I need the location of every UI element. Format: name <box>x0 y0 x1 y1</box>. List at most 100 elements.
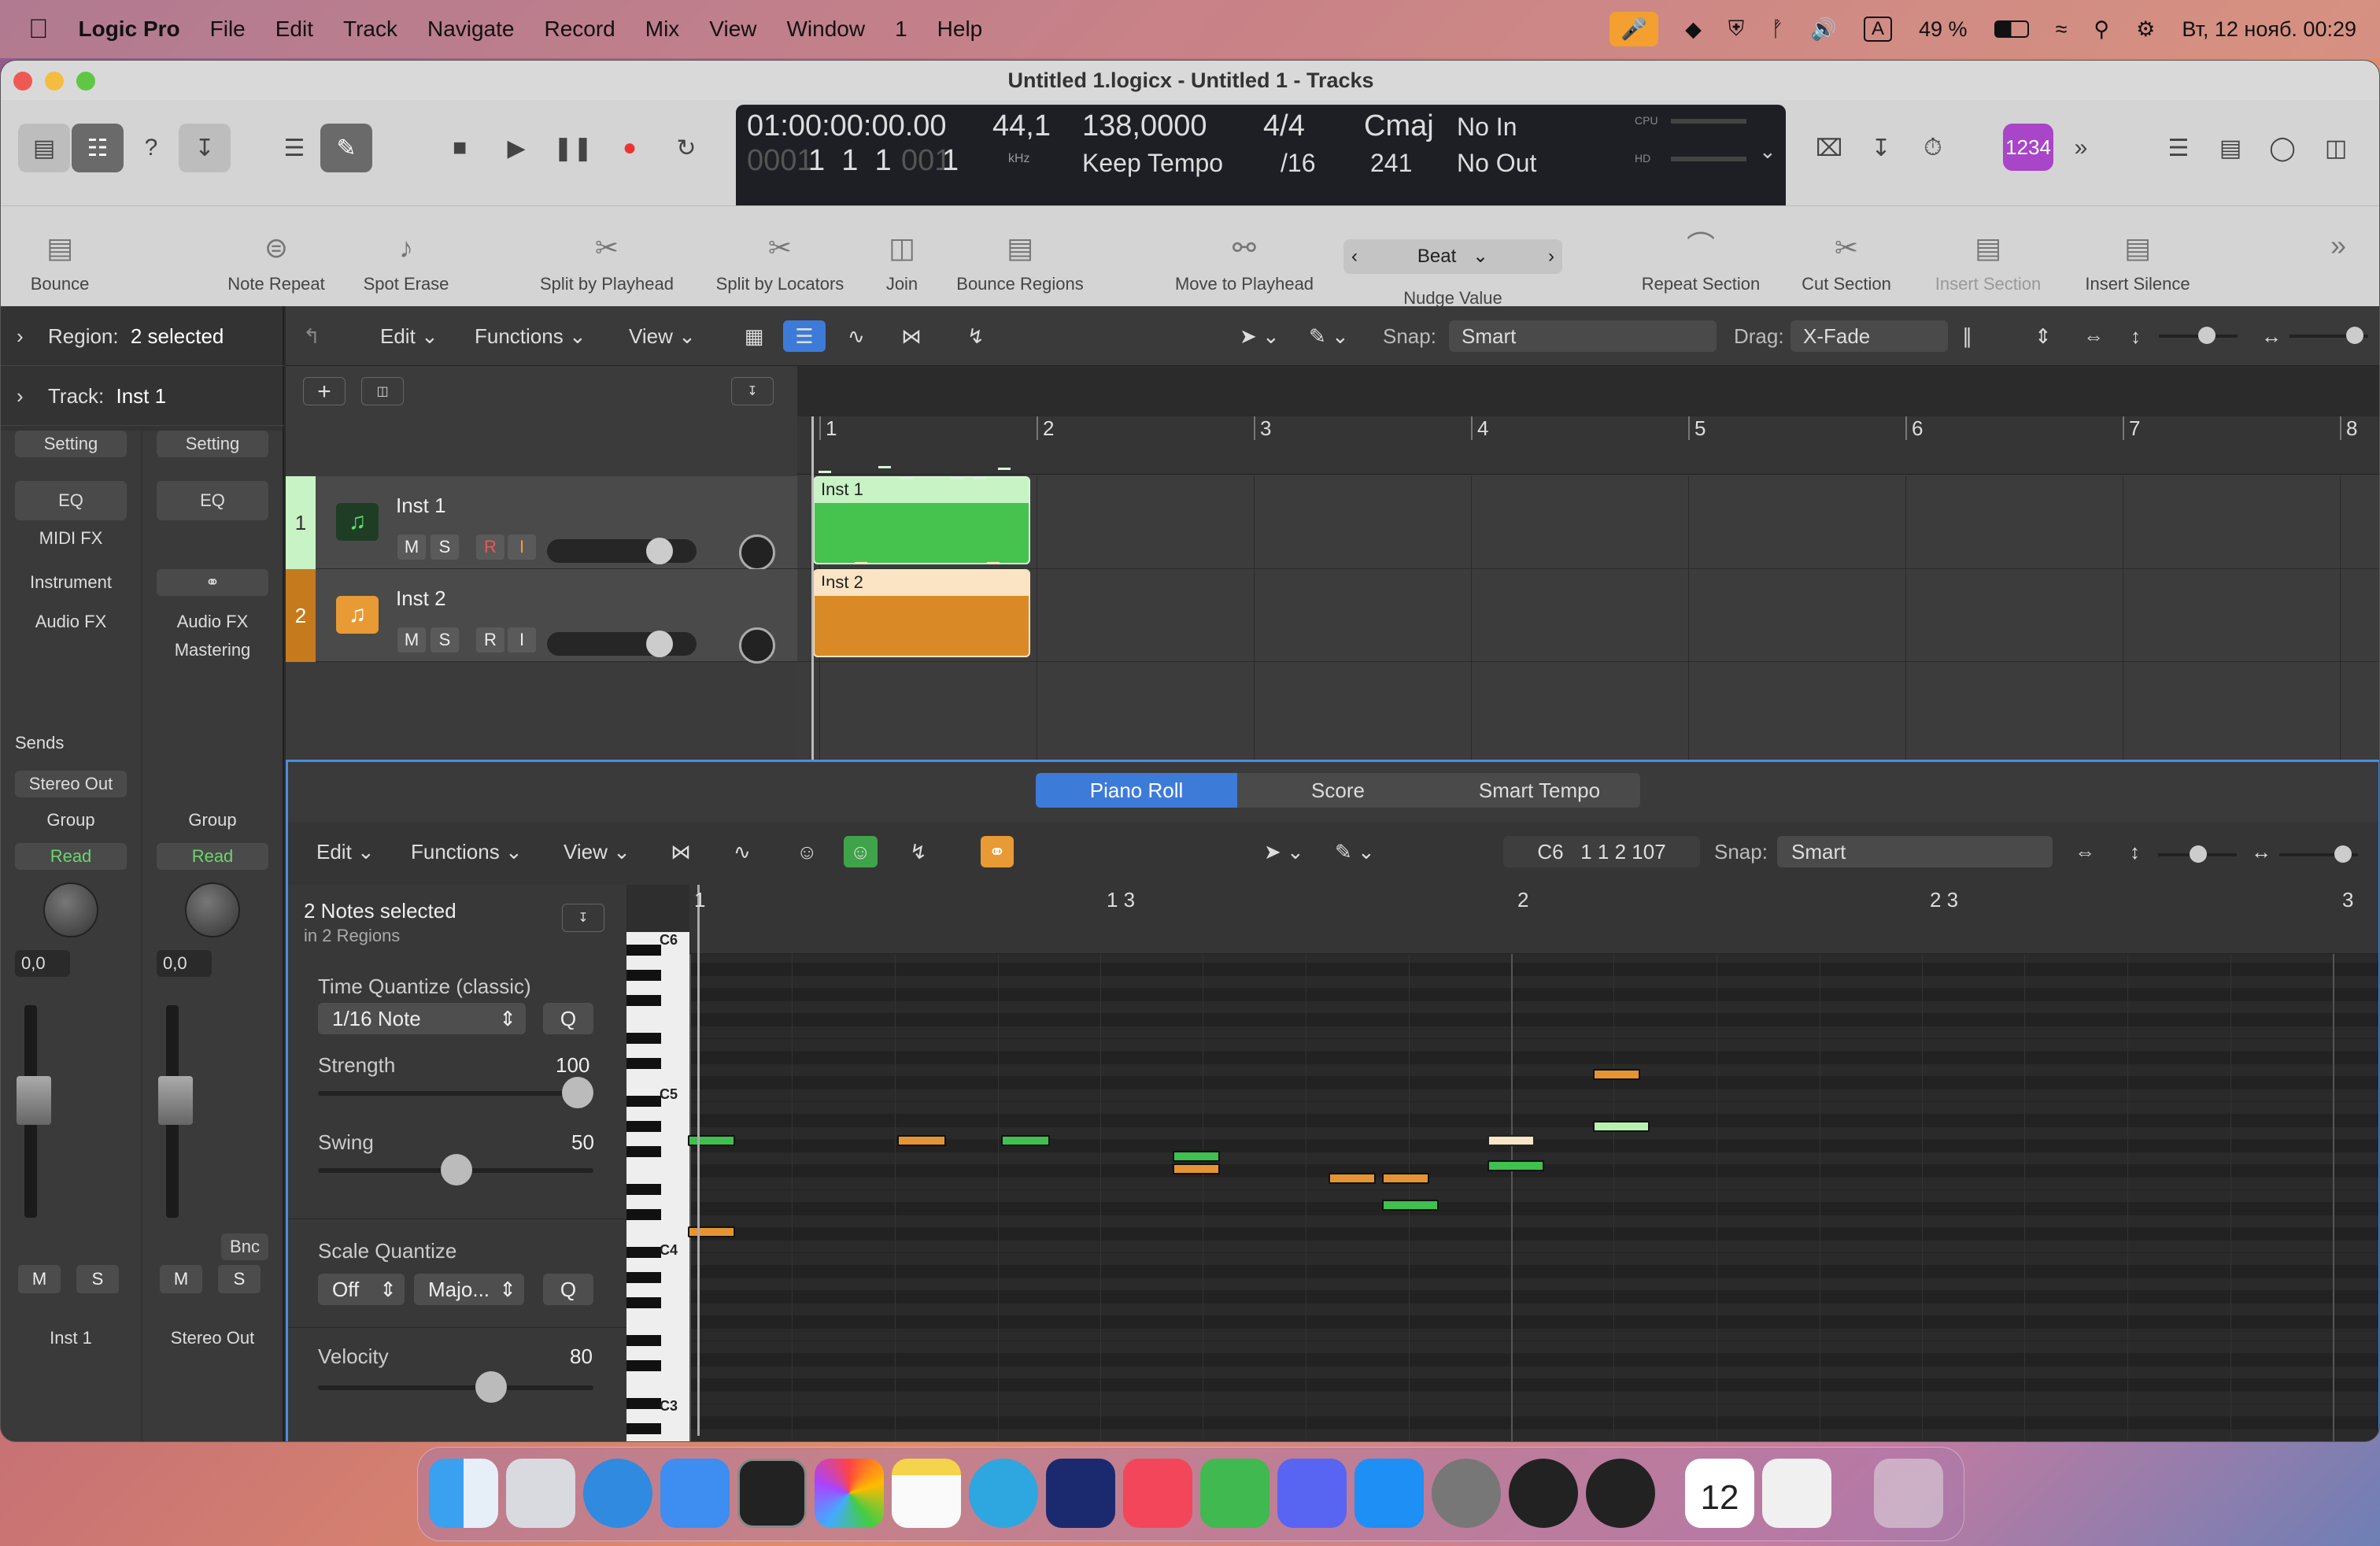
eq-button[interactable]: EQ <box>157 481 268 520</box>
playhead[interactable] <box>697 885 700 1436</box>
wifi-icon[interactable]: ≈ <box>2056 17 2068 42</box>
input-source-icon[interactable]: A <box>1864 17 1893 42</box>
spot-erase-button[interactable]: ♪ Spot Erase <box>347 206 465 307</box>
track-input-monitor[interactable]: I <box>508 534 536 560</box>
vertical-zoom-icon[interactable]: ↕ <box>2130 836 2140 867</box>
music-icon[interactable] <box>1123 1459 1192 1528</box>
collapse-icon[interactable]: ↧ <box>562 904 604 932</box>
black-key[interactable] <box>626 1121 661 1132</box>
tracks-edit-menu[interactable]: Edit ⌄ <box>380 320 438 352</box>
editor-edit-menu[interactable]: Edit ⌄ <box>316 836 375 867</box>
automation-read[interactable]: Read <box>15 843 127 870</box>
volume-value[interactable]: 0,0 <box>157 950 212 977</box>
scale-quantize-root[interactable]: Off ⇕ <box>318 1274 405 1305</box>
instrument-slot[interactable]: Instrument <box>15 569 127 596</box>
midi-note[interactable] <box>897 1135 946 1146</box>
stop-icon[interactable]: ■ <box>434 124 486 172</box>
catch-icon[interactable]: ↯ <box>910 836 927 867</box>
list-icon[interactable]: ☰ <box>2153 124 2204 172</box>
menu-view[interactable]: View <box>709 17 756 42</box>
menu-track[interactable]: Track <box>343 17 397 42</box>
tab-score[interactable]: Score <box>1237 773 1439 808</box>
midi-in-icon[interactable]: ☺ <box>796 836 818 867</box>
shield-icon[interactable]: ⛨ <box>1728 17 1744 42</box>
midi-note[interactable] <box>1593 1121 1650 1132</box>
pencil-tool-icon[interactable]: ✎ ⌄ <box>1309 320 1349 352</box>
position-display[interactable]: C6 1 1 2 107 <box>1503 836 1700 867</box>
audio-fx-slot[interactable]: Audio FX <box>157 608 268 635</box>
time-quantize-button[interactable]: Q <box>543 1003 593 1034</box>
arrange-ruler[interactable]: 1 2 3 4 5 6 7 8 <box>797 416 2379 475</box>
pencil-tool-icon[interactable]: ✎ ⌄ <box>1335 836 1375 867</box>
bounce-button[interactable]: Bnc <box>221 1233 268 1260</box>
swing-slider[interactable] <box>318 1154 593 1185</box>
track-name[interactable]: Inst 1 <box>396 494 446 518</box>
track-pan-knob[interactable] <box>739 534 775 571</box>
track-header-1[interactable]: 1 ♫ Inst 1 M S R I <box>286 476 797 571</box>
pointer-tool-icon[interactable]: ➤ ⌄ <box>1264 836 1304 867</box>
horizontal-zoom-icon[interactable]: ↔ <box>2251 836 2271 867</box>
playhead[interactable] <box>811 416 814 760</box>
mail-icon[interactable] <box>660 1459 730 1528</box>
trash-icon[interactable] <box>1874 1459 1943 1528</box>
toolbar-more-button[interactable]: » <box>2315 206 2362 307</box>
bounce-button[interactable]: ▤ Bounce <box>9 206 111 307</box>
track-mute[interactable]: M <box>397 534 426 560</box>
move-to-playhead-button[interactable]: ⚯ Move to Playhead <box>1158 206 1331 307</box>
menu-file[interactable]: File <box>210 17 246 42</box>
telegram-icon[interactable] <box>969 1459 1038 1528</box>
record-icon[interactable]: ● <box>604 124 656 172</box>
piano-keyboard[interactable]: C6 C5 C4 C3 <box>626 932 689 1441</box>
midi-note[interactable] <box>1001 1135 1050 1146</box>
waveform-zoom-icon[interactable]: ∥ <box>1962 320 1972 352</box>
track-solo[interactable]: S <box>431 534 459 560</box>
mute-button[interactable]: M <box>160 1265 202 1293</box>
black-key[interactable] <box>626 1058 661 1069</box>
tracks-functions-menu[interactable]: Functions ⌄ <box>475 320 586 352</box>
uad-console-icon[interactable] <box>1509 1459 1578 1528</box>
audio-fx-slot[interactable]: Audio FX <box>15 608 127 635</box>
link-icon[interactable]: ⚭ <box>981 836 1014 867</box>
microphone-icon[interactable]: 🎤 <box>1609 12 1659 46</box>
menu-record[interactable]: Record <box>544 17 615 42</box>
control-center-icon[interactable]: ⚙ <box>2136 17 2155 42</box>
metronome-icon[interactable]: ⏱ <box>1907 124 1959 172</box>
clock[interactable]: Вт, 12 нояб. 00:29 <box>2182 17 2356 42</box>
track-mute[interactable]: M <box>397 627 426 653</box>
bluetooth-icon[interactable]: ᚡ <box>1771 17 1783 42</box>
link-icon[interactable]: ⚭ <box>157 569 268 596</box>
menu-mix[interactable]: Mix <box>645 17 680 42</box>
flex-icon[interactable]: ⋈ <box>901 320 922 352</box>
zoom-button[interactable] <box>76 72 95 91</box>
snap-select[interactable]: Smart <box>1449 320 1717 352</box>
collapse-icon[interactable]: ⋈ <box>671 836 691 867</box>
midi-note[interactable] <box>1488 1135 1535 1146</box>
grid-view-icon[interactable]: ▦ <box>733 320 775 352</box>
duplicate-track-icon[interactable]: ◫ <box>361 377 404 405</box>
apple-icon[interactable]:  <box>28 14 49 45</box>
mastering-slot[interactable]: Mastering <box>157 637 268 664</box>
editor-functions-menu[interactable]: Functions ⌄ <box>411 836 523 867</box>
solo-button[interactable]: S <box>218 1265 261 1293</box>
tab-smart-tempo[interactable]: Smart Tempo <box>1439 773 1640 808</box>
photos-icon[interactable] <box>815 1459 884 1528</box>
group-slot[interactable]: Group <box>157 807 268 834</box>
mute-button[interactable]: M <box>18 1265 61 1293</box>
volume-fader[interactable] <box>158 1076 193 1125</box>
shield-app-icon[interactable] <box>1200 1459 1269 1528</box>
download-icon[interactable]: ↧ <box>1855 124 1907 172</box>
vertical-zoom-slider[interactable] <box>2158 845 2237 863</box>
search-icon[interactable]: ⚲ <box>2094 17 2109 42</box>
solo-button[interactable]: S <box>76 1265 119 1293</box>
logic-pro-icon[interactable] <box>737 1459 807 1528</box>
pan-knob[interactable] <box>43 882 98 938</box>
region-inst1[interactable]: Inst 1 <box>813 476 1030 564</box>
midi-note[interactable] <box>1173 1151 1220 1162</box>
track-pan-knob[interactable] <box>739 627 775 664</box>
track-volume-slider[interactable] <box>547 538 697 564</box>
volume-value[interactable]: 0,0 <box>15 950 70 977</box>
midi-out-icon[interactable]: ☺ <box>844 836 878 867</box>
pause-icon[interactable]: ❚❚ <box>547 124 599 172</box>
black-key[interactable] <box>626 1423 661 1434</box>
black-key[interactable] <box>626 995 661 1006</box>
